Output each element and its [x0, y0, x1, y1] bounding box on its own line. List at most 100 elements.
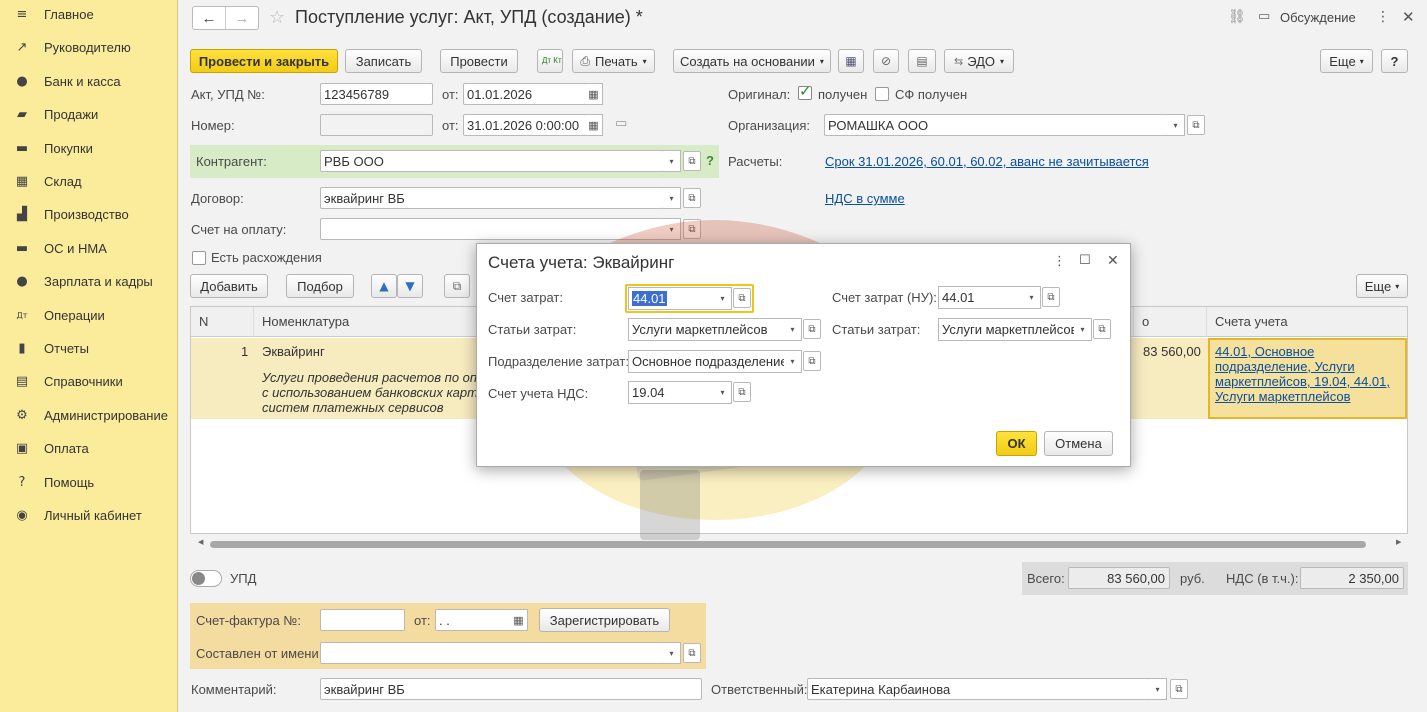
sidebar-item[interactable]: Дт Операции — [0, 299, 178, 332]
chevron-down-icon[interactable]: ▾ — [663, 642, 681, 664]
vat-account-field[interactable]: 19.04 — [628, 381, 715, 404]
open-form-icon[interactable]: ⧉ — [1042, 287, 1060, 307]
horizontal-scrollbar[interactable] — [210, 541, 1366, 548]
calendar-icon[interactable]: ▦ — [585, 83, 603, 105]
sf-received-checkbox[interactable] — [875, 87, 889, 101]
chevron-down-icon[interactable]: ▾ — [1074, 318, 1092, 341]
edo-button[interactable]: ⇆ ЭДО ▾ — [944, 49, 1014, 73]
act-number-field[interactable]: 123456789 — [320, 83, 433, 105]
help-question-icon[interactable]: ? — [706, 153, 714, 168]
cost-account-field[interactable]: 44.01 — [628, 287, 715, 310]
row-accounts-link-3[interactable]: маркетплейсов, 19.04, 44.01, — [1215, 374, 1390, 389]
sf-date-field[interactable]: . . — [435, 609, 511, 631]
sidebar-item[interactable]: ▰ Продажи — [0, 98, 178, 131]
copy-row-button[interactable]: ⧉ — [444, 274, 470, 298]
contract-field[interactable]: эквайринг ВБ — [320, 187, 664, 209]
pick-button[interactable]: Подбор — [286, 274, 354, 298]
save-button[interactable]: Записать — [345, 49, 422, 73]
chevron-down-icon[interactable]: ▾ — [714, 287, 732, 310]
organization-field[interactable]: РОМАШКА ООО — [824, 114, 1168, 136]
scroll-right-icon[interactable]: ▶ — [1396, 538, 1401, 546]
sidebar-item[interactable]: ? Помощь — [0, 466, 178, 499]
discussion-icon[interactable]: ▭ — [1258, 9, 1270, 24]
sidebar-item[interactable]: ▟ Производство — [0, 198, 178, 231]
sidebar-item[interactable]: ◉ Личный кабинет — [0, 499, 178, 532]
cost-items-field[interactable]: Услуги маркетплейсов — [628, 318, 785, 341]
chevron-down-icon[interactable]: ▾ — [663, 150, 681, 172]
sidebar-item[interactable]: ▤ Справочники — [0, 365, 178, 398]
row-accounts-cell[interactable]: 44.01, Основное подразделение, Услуги ма… — [1208, 338, 1407, 419]
row-accounts-link-2[interactable]: подразделение, Услуги — [1215, 359, 1355, 374]
settlements-link[interactable]: Срок 31.01.2026, 60.01, 60.02, аванс не … — [825, 154, 1149, 169]
open-form-icon[interactable]: ⧉ — [683, 643, 701, 663]
upd-toggle[interactable] — [190, 570, 222, 587]
sidebar-item[interactable]: ▦ Склад — [0, 165, 178, 198]
open-form-icon[interactable]: ⧉ — [803, 351, 821, 371]
discussion-link[interactable]: Обсуждение — [1280, 10, 1356, 25]
issued-by-field[interactable] — [320, 642, 664, 664]
chevron-down-icon[interactable]: ▾ — [663, 218, 681, 240]
open-form-icon[interactable]: ⧉ — [803, 319, 821, 339]
cost-account-nu-field[interactable]: 44.01 — [938, 286, 1024, 309]
row-accounts-link-1[interactable]: 44.01, Основное — [1215, 344, 1314, 359]
open-form-icon[interactable]: ⧉ — [1187, 115, 1205, 135]
ok-button[interactable]: ОК — [996, 431, 1037, 456]
sidebar-item[interactable]: ▬ Покупки — [0, 132, 178, 165]
cost-items-nu-field[interactable]: Услуги маркетплейсов — [938, 318, 1075, 341]
responsible-field[interactable]: Екатерина Карбаинова — [807, 678, 1150, 700]
comment-field[interactable]: эквайринг ВБ — [320, 678, 702, 700]
column-header-accounts[interactable]: Счета учета — [1207, 307, 1407, 337]
sidebar-item[interactable]: ≡ Главное — [0, 0, 178, 31]
report-button[interactable]: ▤ — [908, 49, 936, 73]
vat-link[interactable]: НДС в сумме — [825, 191, 905, 206]
comment-box-icon[interactable]: ▭ — [615, 116, 627, 131]
open-form-icon[interactable]: ⧉ — [733, 288, 751, 308]
number-field[interactable] — [320, 114, 433, 136]
chevron-down-icon[interactable]: ▾ — [784, 350, 802, 373]
create-based-on-button[interactable]: Создать на основании ▾ — [673, 49, 831, 73]
act-date-field[interactable]: 01.01.2026 — [463, 83, 586, 105]
sidebar-item[interactable]: ● Зарплата и кадры — [0, 265, 178, 298]
sf-number-field[interactable] — [320, 609, 405, 631]
print-button[interactable]: ⎙ Печать ▾ — [572, 49, 655, 73]
post-button[interactable]: Провести — [440, 49, 518, 73]
maximize-icon[interactable]: ☐ — [1079, 253, 1091, 268]
chevron-down-icon[interactable]: ▾ — [1167, 114, 1185, 136]
structure-button[interactable]: ▦ — [838, 49, 864, 73]
close-icon[interactable]: ✕ — [1107, 253, 1119, 269]
open-form-icon[interactable]: ⧉ — [733, 382, 751, 402]
forward-arrow-icon[interactable]: → — [225, 7, 258, 29]
sidebar-item[interactable]: ↗ Руководителю — [0, 31, 178, 64]
help-button[interactable]: ? — [1381, 49, 1408, 73]
column-header-n[interactable]: N — [191, 307, 254, 337]
close-icon[interactable]: ✕ — [1402, 8, 1415, 26]
table-more-button[interactable]: Еще ▾ — [1356, 274, 1408, 298]
column-header-sum[interactable]: о — [1134, 307, 1207, 337]
calendar-icon[interactable]: ▦ — [585, 114, 603, 136]
chevron-down-icon[interactable]: ▾ — [663, 187, 681, 209]
post-and-close-button[interactable]: Провести и закрыть — [190, 49, 338, 73]
cancel-button[interactable]: Отмена — [1044, 431, 1113, 456]
register-button[interactable]: Зарегистрировать — [539, 608, 670, 632]
open-form-icon[interactable]: ⧉ — [683, 151, 701, 171]
add-row-button[interactable]: Добавить — [190, 274, 268, 298]
discrepancy-checkbox[interactable] — [192, 251, 206, 265]
move-up-button[interactable]: ▲ — [371, 274, 397, 298]
chevron-down-icon[interactable]: ▾ — [714, 381, 732, 404]
calendar-icon[interactable]: ▦ — [510, 609, 528, 631]
number-date-field[interactable]: 31.01.2026 0:00:00 — [463, 114, 586, 136]
open-form-icon[interactable]: ⧉ — [1093, 319, 1111, 339]
sidebar-item[interactable]: ● Банк и касса — [0, 65, 178, 98]
sidebar-item[interactable]: ▮ Отчеты — [0, 332, 178, 365]
favorite-star-icon[interactable]: ☆ — [269, 7, 285, 28]
link-icon[interactable]: ⛓ — [1228, 9, 1246, 25]
dt-kt-button[interactable]: Дт Кт — [537, 49, 563, 73]
chevron-down-icon[interactable]: ▾ — [1023, 286, 1041, 309]
open-form-icon[interactable]: ⧉ — [683, 219, 701, 239]
division-field[interactable]: Основное подразделение — [628, 350, 785, 373]
scroll-left-icon[interactable]: ◀ — [198, 538, 203, 546]
chevron-down-icon[interactable]: ▾ — [784, 318, 802, 341]
contractor-field[interactable]: РВБ ООО — [320, 150, 664, 172]
row-accounts-link-4[interactable]: Услуги маркетплейсов — [1215, 389, 1350, 404]
attach-button[interactable]: ⊘ — [873, 49, 899, 73]
